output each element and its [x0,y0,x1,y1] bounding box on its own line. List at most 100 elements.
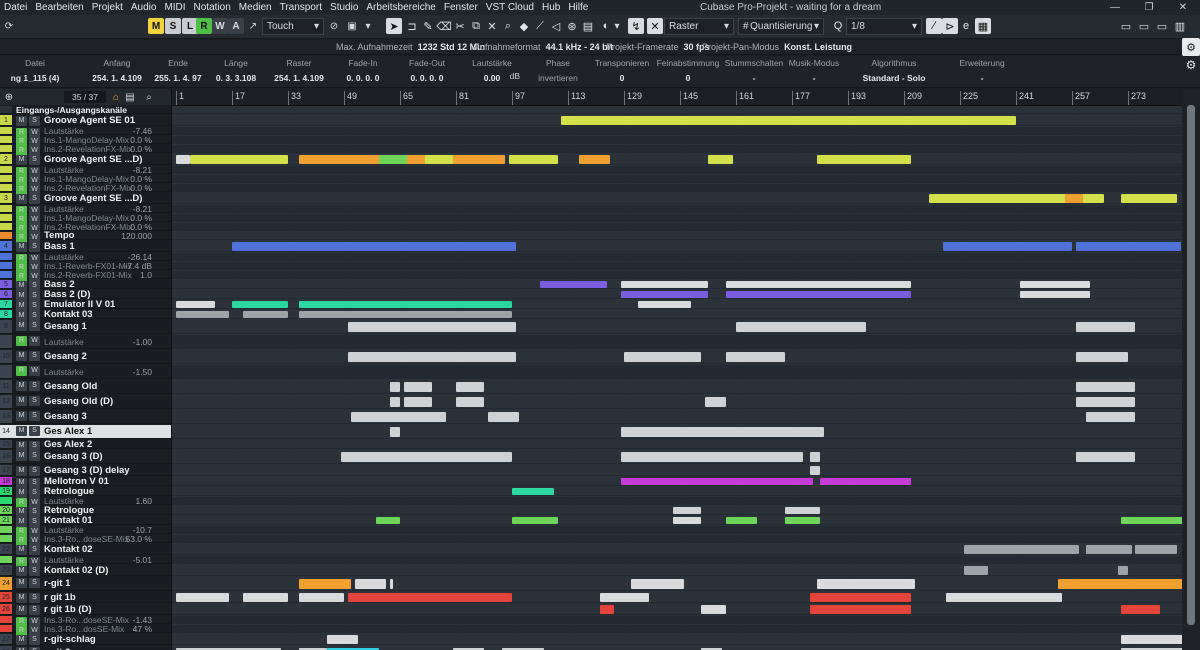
solo-button[interactable]: S [29,351,40,361]
track-header[interactable]: 25 M Sr git 1b [0,592,171,603]
event-part[interactable] [1121,194,1177,203]
glue-tool-icon[interactable]: ⧉ [468,18,484,34]
minimize-button[interactable]: — [1098,0,1132,15]
track-lane[interactable] [172,335,1182,349]
event-part[interactable] [375,517,400,524]
event-part[interactable] [190,155,288,164]
track-lane[interactable] [172,497,1182,505]
track-value[interactable]: -1.50 [133,365,152,379]
track-value[interactable]: 1.60 [135,497,152,506]
track-value[interactable]: -5.01 [133,556,152,565]
mute-button[interactable]: M [16,545,27,555]
event-part[interactable] [631,579,684,589]
track-name[interactable]: r-git-schlag [44,634,96,645]
track-lane[interactable] [172,440,1182,449]
menu-item-audio[interactable]: Audio [127,0,161,15]
track-lane[interactable] [172,634,1182,645]
menu-item-vst-cloud[interactable]: VST Cloud [482,0,538,15]
event-part[interactable] [701,605,726,614]
solo-button[interactable]: S [29,451,40,461]
event-part[interactable] [620,281,708,288]
track-lane[interactable] [172,625,1182,633]
event-part[interactable] [1075,352,1128,362]
event-part[interactable] [1121,517,1182,524]
color-tool-icon[interactable]: ▤ [580,18,596,34]
lower-zone-icon[interactable]: ▭ [1136,18,1152,34]
eraser-tool-icon[interactable]: ⌫ [436,18,452,34]
event-part[interactable] [1117,566,1128,575]
track-value[interactable]: -10.7 [133,526,152,535]
event-part[interactable] [456,397,484,407]
menu-item-arbeitsbereiche[interactable]: Arbeitsbereiche [362,0,439,15]
menu-item-studio[interactable]: Studio [326,0,362,15]
automation-lane-header[interactable]: R W Ins.2-RevelationFX-Mix 0.0 % [0,223,171,234]
automation-lane-header[interactable]: R W Lautstärke -10.7 [0,526,171,537]
track-lane[interactable] [172,465,1182,476]
track-lane[interactable] [172,380,1182,394]
menu-item-transport[interactable]: Transport [276,0,326,15]
track-lane[interactable] [172,487,1182,496]
track-header[interactable]: 2 M S Groove Agent SE ...D) [0,154,171,165]
info-column-stummschalten[interactable]: Stummschalten - [724,56,784,88]
event-part[interactable] [298,301,512,308]
window-layout-icon[interactable]: ▥ [1172,18,1188,34]
automation-lane-header[interactable]: R W Lautstärke -5.01 [0,556,171,567]
object-selection-tool-icon[interactable]: ➤ [386,18,402,34]
track-header[interactable]: 7 M S Emulator II V 01 [0,300,171,311]
info-value[interactable]: - [724,71,784,85]
right-zone-icon[interactable]: ▭ [1154,18,1170,34]
event-part[interactable] [347,322,516,332]
event-part[interactable] [946,593,1062,602]
automation-lane-header[interactable]: R W Lautstärke -8.21 [0,205,171,216]
info-column-transponieren[interactable]: Transponieren 0 [594,56,650,88]
gear-icon[interactable]: ⚙ [1182,38,1200,56]
automation-lane-header[interactable]: R W Lautstärke -8.21 [0,166,171,177]
mute-tool-icon[interactable]: ✕ [484,18,500,34]
track-header[interactable]: 11 M S Gesang Old [0,380,171,394]
info-value[interactable]: 254. 1. 4.109 [86,71,148,85]
comp-tool-icon[interactable]: ◆ [516,18,532,34]
track-header[interactable]: 26 M Sr git 1b (D) [0,604,171,615]
automation-lane-header[interactable]: R W Ins.1-Reverb-FX01-Mix -7.4 dB [0,262,171,273]
info-value[interactable]: - [946,71,1018,85]
mute-button[interactable]: M [16,194,27,204]
solo-button[interactable]: S [29,396,40,406]
quantize-icon[interactable]: Q [830,18,846,34]
solo-button[interactable]: S [29,426,40,436]
track-lane[interactable] [172,320,1182,334]
event-part[interactable] [403,382,432,392]
track-name[interactable]: Emulator II V 01 [44,300,115,310]
event-part[interactable] [1086,545,1132,554]
line-tool-icon[interactable]: ⟋ [532,18,548,34]
track-lane[interactable] [172,604,1182,615]
info-value[interactable]: 0 [656,71,720,85]
split-tool-icon[interactable]: ✂ [452,18,468,34]
track-value[interactable]: -1.43 [133,616,152,625]
track-name[interactable]: Ins.1-MangoDelay-Mix [44,175,129,184]
mute-button[interactable]: M [16,451,27,461]
chevron-down-icon[interactable]: ▾ [612,18,622,35]
event-part[interactable] [725,478,813,485]
event-part[interactable] [704,397,726,407]
track-header[interactable]: 24 M Sr-git 1 [0,577,171,591]
event-part[interactable] [736,322,866,332]
track-name[interactable]: Tempo [44,231,74,241]
track-header[interactable]: 16 M S Gesang 3 (D) [0,450,171,464]
solo-button[interactable]: S [29,605,40,615]
info-column-musik-modus[interactable]: Musik-Modus - [788,56,840,88]
solo-button[interactable]: S [29,155,40,165]
automation-lane-header[interactable]: R W Lautstärke -7.46 [0,127,171,138]
event-part[interactable] [242,311,288,318]
track-name[interactable]: Groove Agent SE ...D) [44,193,142,204]
event-part[interactable] [232,301,288,308]
zoom-tool-icon[interactable]: ⌕ [500,18,516,34]
event-part[interactable] [725,352,785,362]
event-part[interactable] [942,242,1072,251]
track-name[interactable]: r-git 1 [44,577,70,591]
solo-button[interactable]: S [29,578,40,588]
automation-lane-header[interactable]: R W Ins.2-RevelationFX-Mix 0.0 % [0,145,171,156]
mute-button[interactable]: M [16,578,27,588]
track-value[interactable]: 53.0 % [126,535,152,544]
track-name[interactable]: Gesang 3 [44,410,87,424]
maximize-button[interactable]: ❐ [1132,0,1166,15]
